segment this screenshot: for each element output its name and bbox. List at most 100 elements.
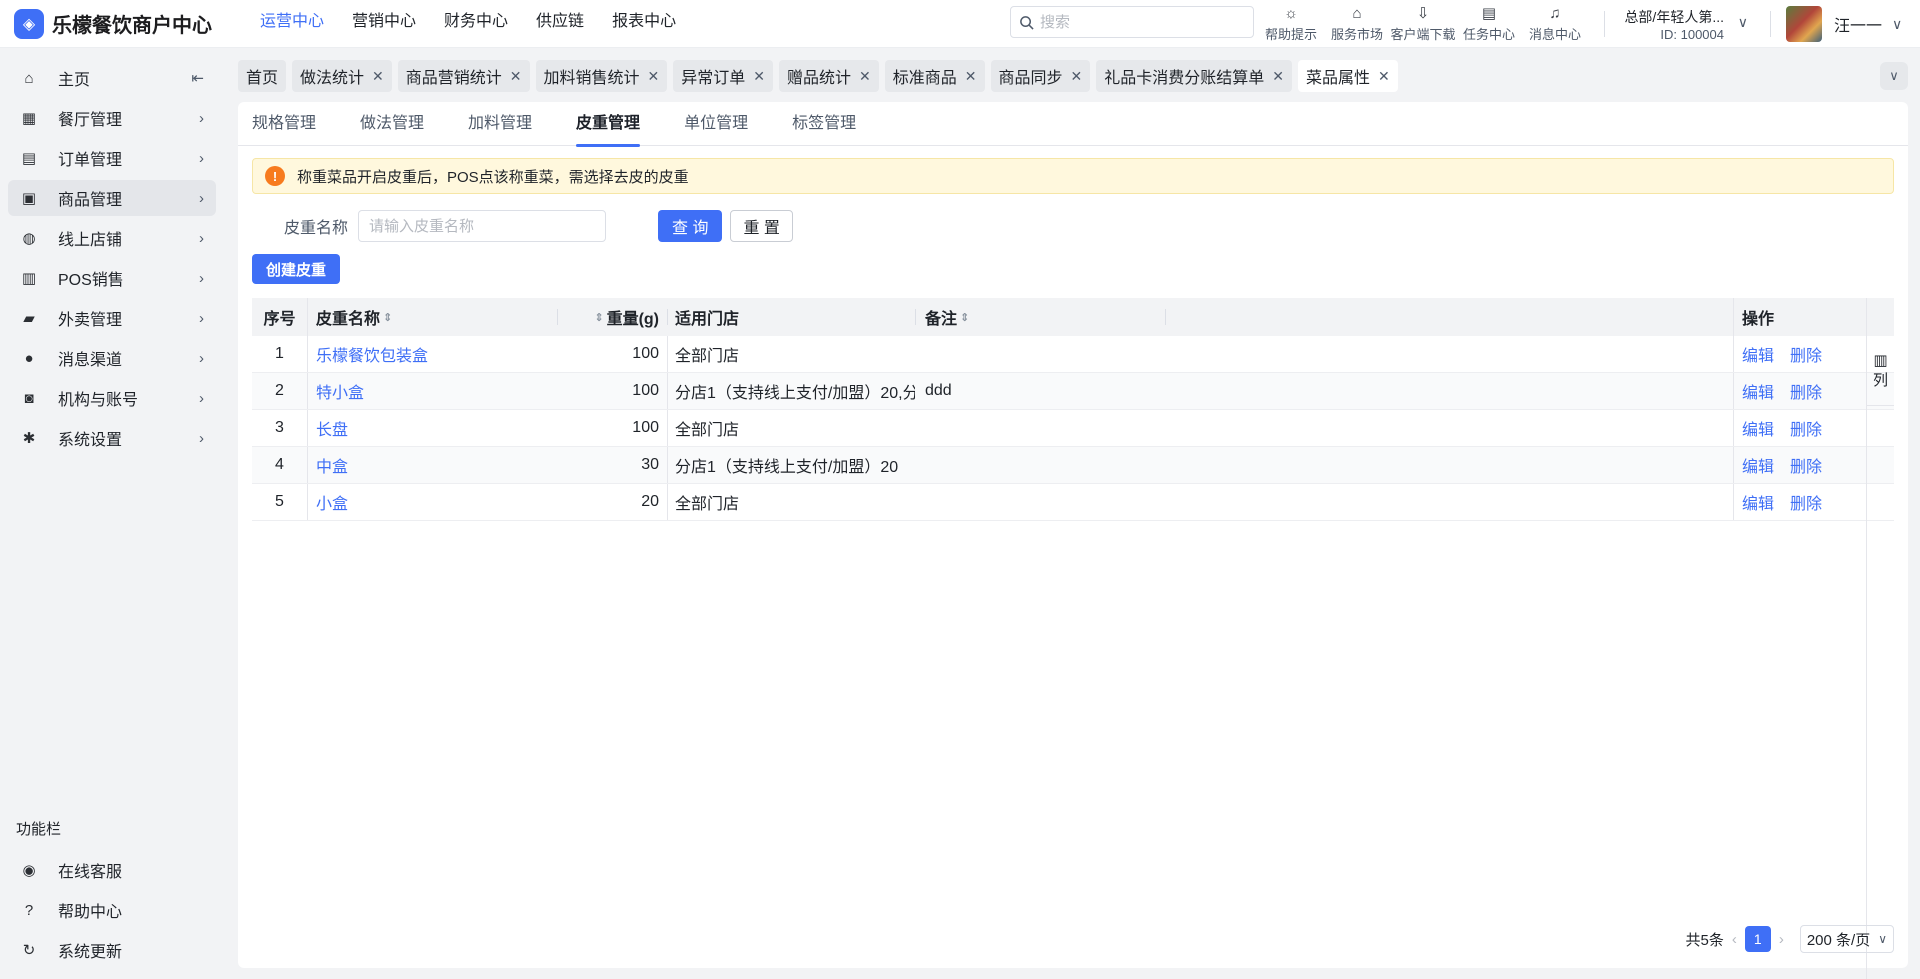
subtab-practice[interactable]: 做法管理 <box>346 102 438 146</box>
sidebar-item-home[interactable]: ⌂ 主页 ⇤ <box>8 60 216 96</box>
close-icon[interactable]: ✕ <box>753 68 765 85</box>
query-button[interactable]: 查 询 <box>658 210 723 242</box>
close-icon[interactable]: ✕ <box>859 68 871 85</box>
tab-abnormal-orders[interactable]: 异常订单 ✕ <box>673 60 774 92</box>
sort-icon[interactable]: ⇕ <box>594 311 603 324</box>
chevron-right-icon: › <box>199 229 204 247</box>
tab-home[interactable]: 首页 <box>238 60 287 92</box>
tab-addon-sales-stats[interactable]: 加料销售统计 ✕ <box>535 60 668 92</box>
col-name-header[interactable]: 皮重名称 ⇕ <box>307 298 557 336</box>
sidebar-item-orders[interactable]: ▤ 订单管理 › <box>8 140 216 176</box>
tare-name-input[interactable] <box>358 210 606 242</box>
tab-dish-attributes[interactable]: 菜品属性 ✕ <box>1298 60 1398 92</box>
next-page-icon[interactable]: › <box>1779 931 1784 948</box>
header-tools: ☼ 帮助提示 ⌂ 服务市场 ⇩ 客户端下载 ▤ 任务中心 ♫ 消息中心 <box>1258 0 1588 48</box>
page-size-select[interactable]: 200 条/页 ∨ <box>1799 925 1894 953</box>
help-tips-button[interactable]: ☼ 帮助提示 <box>1258 0 1324 48</box>
subtab-tare[interactable]: 皮重管理 <box>562 102 654 147</box>
sidebar-item-restaurant[interactable]: ▦ 餐厅管理 › <box>8 100 216 136</box>
chevron-down-icon: ∨ <box>1889 68 1899 83</box>
sidebar-item-products[interactable]: ▣ 商品管理 › <box>8 180 216 216</box>
user-menu[interactable]: 汪一一 ∨ <box>1786 4 1902 44</box>
sidebar-item-label: POS销售 <box>58 272 124 289</box>
edit-button[interactable]: 编辑 <box>1742 453 1774 477</box>
close-icon[interactable]: ✕ <box>1378 68 1390 85</box>
tab-standard-products[interactable]: 标准商品 ✕ <box>884 60 985 92</box>
edit-button[interactable]: 编辑 <box>1742 379 1774 403</box>
col-note-header[interactable]: 备注 ⇕ <box>915 298 1165 336</box>
search-input[interactable] <box>1040 13 1240 31</box>
tabs-more-button[interactable]: ∨ <box>1880 62 1908 90</box>
message-center-button[interactable]: ♫ 消息中心 <box>1522 0 1588 48</box>
topnav-ops-center[interactable]: 运营中心 <box>246 0 338 48</box>
sidebar-item-system-update[interactable]: ↻ 系统更新 <box>8 932 216 968</box>
tab-product-sync[interactable]: 商品同步 ✕ <box>990 60 1091 92</box>
table-row: 2 特小盒 100 分店1（支持线上支付/加盟）20,分 ddd 编辑 删除 <box>252 373 1894 410</box>
sidebar-item-message-channel[interactable]: ● 消息渠道 › <box>8 340 216 376</box>
collapse-sidebar-icon[interactable]: ⇤ <box>191 69 204 87</box>
subtab-unit[interactable]: 单位管理 <box>670 102 762 146</box>
tab-gift-card-settlement[interactable]: 礼品卡消费分账结算单 ✕ <box>1096 60 1293 92</box>
app-logo[interactable]: ◈ 乐檬餐饮商户中心 <box>14 8 246 39</box>
user-name: 汪一一 <box>1834 18 1883 35</box>
close-icon[interactable]: ✕ <box>648 68 660 85</box>
topnav-marketing-center[interactable]: 营销中心 <box>338 0 430 48</box>
tab-gift-stats[interactable]: 赠品统计 ✕ <box>779 60 879 92</box>
tab-product-marketing-stats[interactable]: 商品营销统计 ✕ <box>397 60 530 92</box>
delete-button[interactable]: 删除 <box>1790 490 1822 514</box>
close-icon[interactable]: ✕ <box>372 68 384 85</box>
sidebar-item-settings[interactable]: ✱ 系统设置 › <box>8 420 216 456</box>
sidebar-item-org-accounts[interactable]: ◙ 机构与账号 › <box>8 380 216 416</box>
subtab-tag[interactable]: 标签管理 <box>778 102 870 146</box>
column-settings-button[interactable]: ▥ 列 <box>1866 336 1894 406</box>
close-icon[interactable]: ✕ <box>965 68 977 85</box>
edit-button[interactable]: 编辑 <box>1742 490 1774 514</box>
globe-icon: ◍ <box>22 230 36 247</box>
sidebar-item-pos-sales[interactable]: ▥ POS销售 › <box>8 260 216 296</box>
tab-practice-stats[interactable]: 做法统计 ✕ <box>292 60 392 92</box>
sort-icon[interactable]: ⇕ <box>960 311 969 324</box>
account-switcher[interactable]: 总部/年轻人第... ID: 100004 ∨ <box>1620 2 1756 46</box>
chevron-right-icon: › <box>199 309 204 327</box>
sidebar-item-help-center[interactable]: ? 帮助中心 <box>8 892 216 928</box>
total-count: 共5条 <box>1685 931 1724 949</box>
tare-name-link[interactable]: 中盒 <box>316 453 348 477</box>
tare-name-link[interactable]: 乐檬餐饮包装盒 <box>316 342 428 366</box>
tool-label: 帮助提示 <box>1264 26 1317 42</box>
create-tare-button[interactable]: 创建皮重 <box>252 254 341 284</box>
sidebar-item-takeout[interactable]: ▰ 外卖管理 › <box>8 300 216 336</box>
subtab-spec[interactable]: 规格管理 <box>238 102 330 146</box>
topnav-report-center[interactable]: 报表中心 <box>598 0 690 48</box>
delete-button[interactable]: 删除 <box>1790 453 1822 477</box>
reset-button[interactable]: 重 置 <box>730 210 793 242</box>
chat-icon: ● <box>24 349 34 367</box>
close-icon[interactable]: ✕ <box>1071 68 1083 85</box>
sidebar-item-online-service[interactable]: ◉ 在线客服 <box>8 852 216 888</box>
prev-page-icon[interactable]: ‹ <box>1732 931 1737 948</box>
delete-button[interactable]: 删除 <box>1790 379 1822 403</box>
tare-name-link[interactable]: 特小盒 <box>316 379 364 403</box>
tare-name-link[interactable]: 长盘 <box>316 416 348 440</box>
client-download-button[interactable]: ⇩ 客户端下载 <box>1390 0 1456 48</box>
subtab-addon[interactable]: 加料管理 <box>454 102 546 146</box>
edit-button[interactable]: 编辑 <box>1742 342 1774 366</box>
close-icon[interactable]: ✕ <box>510 68 522 85</box>
sidebar-item-online-store[interactable]: ◍ 线上店铺 › <box>8 220 216 256</box>
service-market-button[interactable]: ⌂ 服务市场 <box>1324 0 1390 48</box>
topnav-supply-chain[interactable]: 供应链 <box>522 0 598 48</box>
delete-button[interactable]: 删除 <box>1790 342 1822 366</box>
col-weight-header[interactable]: ⇕ 重量(g) <box>557 298 667 336</box>
delete-button[interactable]: 删除 <box>1790 416 1822 440</box>
sort-icon[interactable]: ⇕ <box>383 311 392 324</box>
sidebar-item-label: 线上店铺 <box>58 232 123 249</box>
task-center-button[interactable]: ▤ 任务中心 <box>1456 0 1522 48</box>
edit-button[interactable]: 编辑 <box>1742 416 1774 440</box>
tare-name-link[interactable]: 小盒 <box>316 490 348 514</box>
col-index-header: 序号 <box>252 298 307 336</box>
tab-label: 加料销售统计 <box>543 70 640 87</box>
close-icon[interactable]: ✕ <box>1272 68 1284 85</box>
product-icon: ▣ <box>21 190 37 207</box>
page-number[interactable]: 1 <box>1744 926 1771 952</box>
divider <box>1866 406 1867 979</box>
topnav-finance-center[interactable]: 财务中心 <box>430 0 522 48</box>
